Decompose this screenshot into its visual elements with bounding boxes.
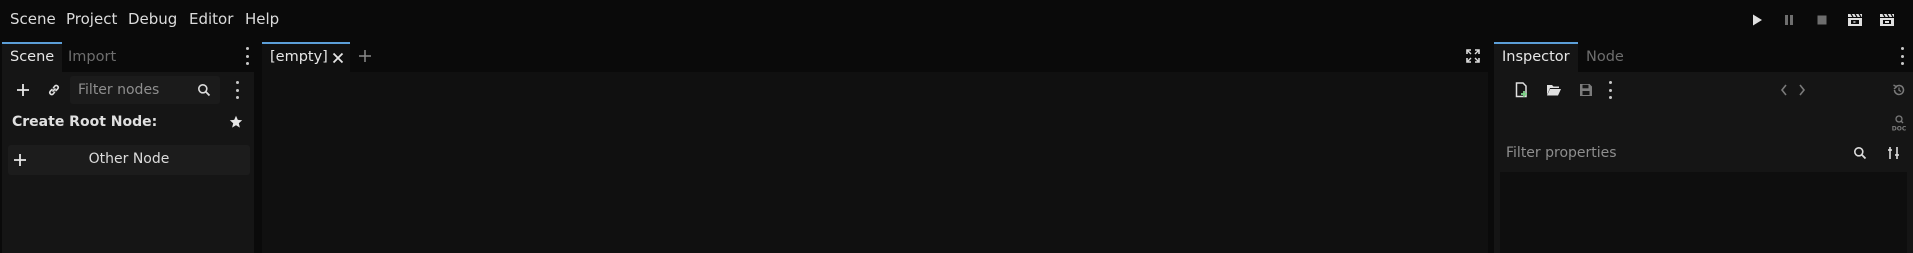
favorites-button[interactable]: [226, 112, 246, 132]
properties-search-button: [1850, 143, 1870, 163]
tab-inspector[interactable]: Inspector: [1494, 42, 1578, 72]
stop-button[interactable]: [1812, 10, 1832, 30]
menu-debug[interactable]: Debug: [128, 10, 177, 28]
history-forward-button[interactable]: [1793, 80, 1811, 100]
menu-editor[interactable]: Editor: [189, 10, 233, 28]
create-root-node-label: Create Root Node:: [12, 114, 158, 130]
pause-button[interactable]: [1779, 10, 1799, 30]
history-icon: [1893, 84, 1905, 96]
save-resource-button[interactable]: [1576, 80, 1596, 100]
plus-icon: [17, 84, 29, 96]
inspector-tools-button[interactable]: [1884, 143, 1904, 163]
pause-icon: [1785, 15, 1793, 25]
object-history-button[interactable]: [1889, 80, 1909, 100]
run-custom-scene-button[interactable]: [1877, 10, 1897, 30]
svg-text:DOC: DOC: [1892, 126, 1907, 133]
stop-icon: [1817, 15, 1827, 25]
distraction-free-button[interactable]: [1464, 47, 1482, 65]
scene-options-icon[interactable]: [234, 81, 240, 99]
inspector-property-list: [1500, 172, 1907, 253]
play-button[interactable]: [1747, 10, 1767, 30]
chevron-right-icon: [1799, 84, 1806, 96]
menu-scene[interactable]: Scene: [10, 10, 56, 28]
create-resource-button[interactable]: [1512, 80, 1532, 100]
main-editor: [empty]: [262, 40, 1488, 253]
close-tab-button[interactable]: [330, 49, 346, 67]
other-node-label: Other Node: [88, 151, 170, 167]
play-icon: [1753, 14, 1762, 26]
viewport[interactable]: [262, 72, 1488, 253]
open-documentation-button[interactable]: DOC: [1888, 112, 1910, 134]
link-icon: [49, 84, 59, 96]
tab-empty-scene[interactable]: [empty]: [262, 42, 350, 72]
menu-project[interactable]: Project: [66, 10, 117, 28]
close-icon: [332, 52, 344, 64]
resource-options-icon[interactable]: [1607, 81, 1613, 99]
scene-dock-tabbar: Scene Import: [2, 40, 254, 72]
new-resource-icon: [1515, 82, 1527, 98]
star-icon: [229, 115, 243, 128]
plus-icon: [359, 50, 371, 62]
new-scene-tab-button[interactable]: [356, 47, 374, 65]
menu-bar: Scene Project Debug Editor Help: [0, 0, 1913, 40]
search-icon: [1854, 147, 1867, 160]
run-current-scene-button[interactable]: [1845, 10, 1865, 30]
movie-clapper-icon: [1848, 13, 1862, 26]
folder-open-icon: [1547, 85, 1561, 96]
search-icon: [198, 84, 211, 97]
inspector-dock: Inspector Node DOC Filter properties: [1494, 40, 1913, 253]
filter-properties-input[interactable]: [1494, 138, 1874, 168]
inspector-dock-tabbar: Inspector Node: [1494, 40, 1913, 72]
chevron-left-icon: [1780, 84, 1787, 96]
menu-help[interactable]: Help: [245, 10, 279, 28]
instance-scene-button[interactable]: [44, 80, 64, 100]
tab-import[interactable]: Import: [60, 42, 124, 72]
filter-search-button: [194, 80, 214, 100]
fullscreen-icon: [1466, 49, 1480, 63]
doc-search-icon: DOC: [1892, 115, 1907, 133]
scene-dock: Scene Import Create Root Node: Other Nod…: [2, 40, 254, 253]
movie-clapper-alt-icon: [1880, 13, 1894, 26]
dock-menu-icon[interactable]: [244, 47, 250, 65]
scene-tabbar: [empty]: [262, 40, 1488, 72]
other-node-button[interactable]: Other Node: [8, 145, 250, 175]
scene-tab-label: [empty]: [270, 49, 328, 65]
history-back-button[interactable]: [1775, 80, 1793, 100]
load-resource-button[interactable]: [1544, 80, 1564, 100]
tab-node[interactable]: Node: [1578, 42, 1632, 72]
tools-icon: [1888, 147, 1899, 159]
add-node-button[interactable]: [12, 80, 34, 100]
save-icon: [1580, 84, 1592, 96]
dock-menu-icon[interactable]: [1899, 47, 1905, 65]
tab-scene[interactable]: Scene: [2, 42, 63, 72]
